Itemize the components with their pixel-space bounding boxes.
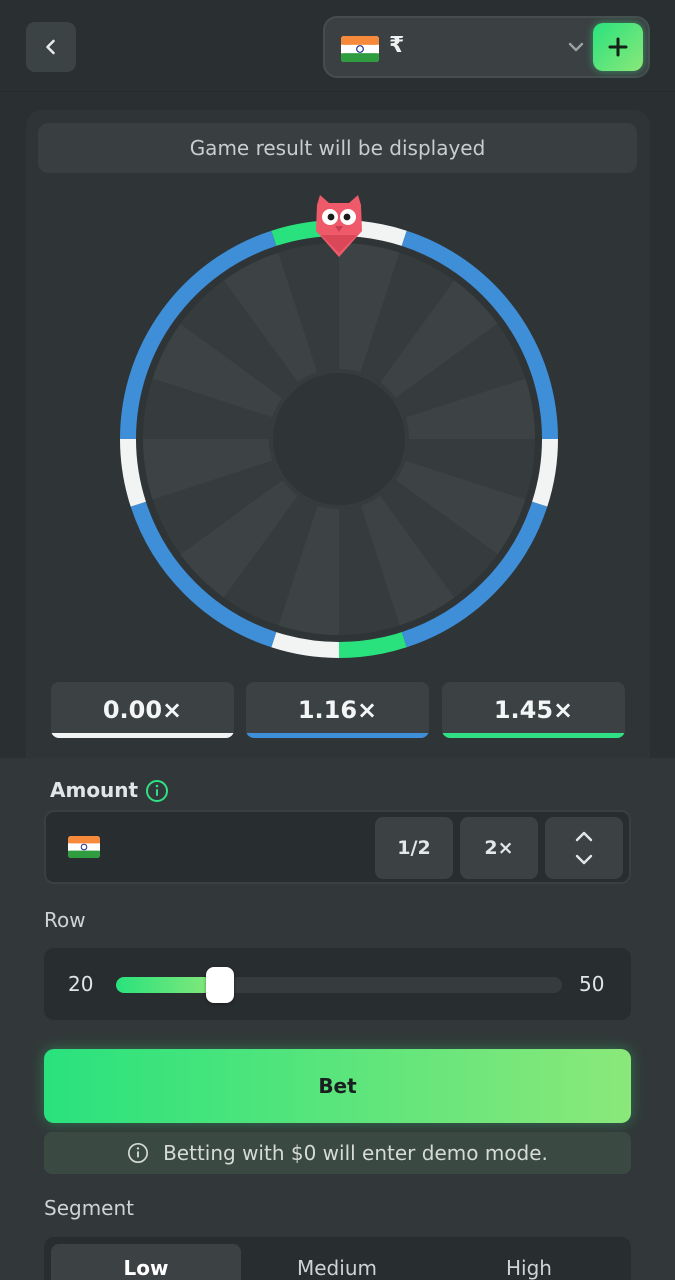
chevron-up-down-icon <box>575 831 593 865</box>
multiplier-value: 0.00× <box>102 696 183 724</box>
double-amount-button[interactable]: 2× <box>460 817 538 879</box>
chevron-left-icon <box>46 39 55 55</box>
segment-option-label: High <box>506 1256 552 1280</box>
info-icon[interactable] <box>145 779 169 803</box>
row-label: Row <box>44 908 86 932</box>
multiplier-value: 1.45× <box>493 696 574 724</box>
double-amount-label: 2× <box>484 837 514 859</box>
game-result-bar: Game result will be displayed <box>38 123 637 173</box>
plus-icon <box>608 37 628 57</box>
row-min-value: 20 <box>68 972 94 996</box>
segment-option-label: Low <box>123 1256 169 1280</box>
wheel <box>120 195 558 658</box>
chevron-down-icon <box>568 42 584 52</box>
segment-option-medium[interactable]: Medium <box>242 1244 432 1280</box>
segment-option-high[interactable]: High <box>434 1244 624 1280</box>
segment-label: Segment <box>44 1196 134 1220</box>
segment-option-low[interactable]: Low <box>51 1244 241 1280</box>
row-slider-track[interactable] <box>116 967 562 1003</box>
back-button[interactable] <box>26 22 76 72</box>
segment-option-label: Medium <box>297 1256 377 1280</box>
multiplier-legend: 0.00× 1.16× 1.45× <box>51 682 625 738</box>
row-slider-box: 20 50 <box>44 948 631 1020</box>
amount-label: Amount <box>50 778 139 802</box>
currency-symbol: ₹ <box>389 33 405 58</box>
multiplier-chip-blue: 1.16× <box>246 682 429 738</box>
info-icon <box>128 1143 149 1163</box>
wheel-ring-arc <box>338 632 407 658</box>
demo-mode-notice: Betting with $0 will enter demo mode. <box>44 1132 631 1174</box>
segment-selector: Low Medium High <box>44 1237 631 1280</box>
deposit-button[interactable] <box>593 23 643 71</box>
bet-button[interactable]: Bet <box>44 1049 631 1123</box>
wheel-ring-arc <box>120 438 146 507</box>
game-panel: Game result will be displayed 0.00× 1.16… <box>26 110 650 758</box>
half-amount-button[interactable]: 1/2 <box>375 817 453 879</box>
india-flag-icon <box>68 836 100 858</box>
wheel-ring-arc <box>532 438 558 507</box>
bet-controls: Amount 1/2 2× Row 20 50 Bet Betting with… <box>0 758 675 1280</box>
wallet-selector[interactable]: ₹ <box>323 16 650 78</box>
game-result-text: Game result will be displayed <box>189 136 486 160</box>
multiplier-value: 1.16× <box>297 696 378 724</box>
row-max-value: 50 <box>579 972 605 996</box>
multiplier-chip-white: 0.00× <box>51 682 234 738</box>
wheel-ring-arc <box>271 632 340 658</box>
amount-input[interactable]: 1/2 2× <box>44 810 631 884</box>
india-flag-icon <box>341 36 379 62</box>
amount-stepper-button[interactable] <box>545 817 623 879</box>
multiplier-color-bar <box>51 733 234 738</box>
multiplier-color-bar <box>442 733 625 738</box>
half-amount-label: 1/2 <box>397 837 431 859</box>
multiplier-color-bar <box>246 733 429 738</box>
header: ₹ <box>0 0 675 92</box>
multiplier-chip-green: 1.45× <box>442 682 625 738</box>
bet-button-label: Bet <box>318 1074 357 1098</box>
row-slider-thumb[interactable] <box>206 967 235 1003</box>
row-slider-fill <box>116 977 221 993</box>
wheel-hub <box>269 369 409 509</box>
demo-mode-text: Betting with $0 will enter demo mode. <box>163 1141 548 1165</box>
